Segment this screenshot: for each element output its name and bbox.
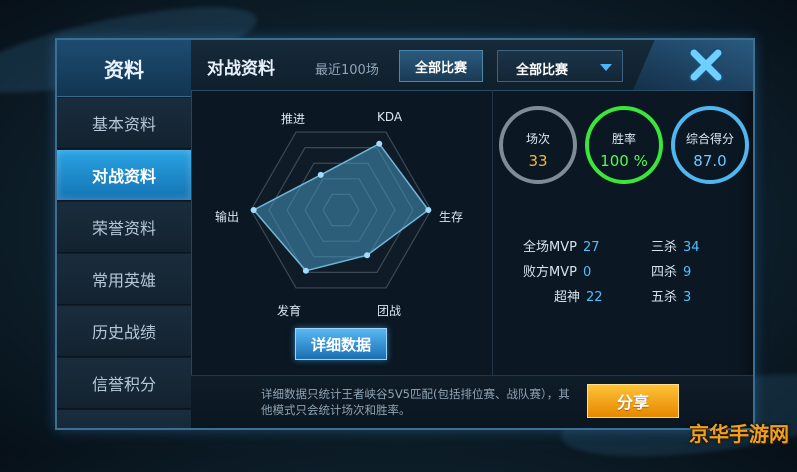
close-x-icon xyxy=(689,48,723,82)
win-rate-value: 100 % xyxy=(600,152,648,170)
overall-score-value: 87.0 xyxy=(693,152,727,170)
matches-value: 33 xyxy=(528,152,548,170)
radar-point-2 xyxy=(364,252,371,259)
radar-label-growth: 发育 xyxy=(277,304,302,318)
stat-label: 超神 xyxy=(554,290,581,305)
stat-mvp: 全场MVP 27 xyxy=(523,236,600,255)
stat-losing-mvp: 败方MVP 0 xyxy=(523,261,591,280)
radar-point-3 xyxy=(302,267,309,274)
detail-data-button[interactable]: 详细数据 xyxy=(295,328,387,360)
sidebar-item-credit-score[interactable]: 信誉积分 xyxy=(57,358,191,409)
sidebar: 资料 基本资料 对战资料 荣誉资料 常用英雄 历史战绩 信誉积分 师徒信息 xyxy=(57,40,192,428)
overall-score-label: 综合得分 xyxy=(685,132,734,146)
stat-value: 34 xyxy=(683,240,700,255)
stat-label: 四杀 xyxy=(651,265,678,280)
recent-matches-label: 最近100场 xyxy=(315,63,379,78)
stat-label: 败方MVP xyxy=(523,265,577,280)
radar-label-push: 推进 xyxy=(281,112,306,126)
sidebar-item-match-history[interactable]: 历史战绩 xyxy=(57,306,191,357)
battle-data-panel: 资料 基本资料 对战资料 荣誉资料 常用英雄 历史战绩 信誉积分 师徒信息 对战… xyxy=(55,38,755,430)
sidebar-title: 资料 xyxy=(57,40,191,97)
statistics-note: 详细数据只统计王者峡谷5V5匹配(包括排位赛、战队赛），其他模式只会统计场次和胜… xyxy=(261,387,570,417)
radar-label-survival: 生存 xyxy=(439,210,464,224)
chevron-down-icon xyxy=(600,64,612,71)
all-matches-filter-button[interactable]: 全部比赛 xyxy=(399,50,483,82)
radar-point-4 xyxy=(250,207,257,213)
stat-value: 3 xyxy=(683,290,692,305)
page-title: 对战资料 xyxy=(207,59,275,79)
footer-bar: 详细数据只统计王者峡谷5V5匹配(包括排位赛、战队赛），其他模式只会统计场次和胜… xyxy=(191,375,753,428)
dropdown-selected-value: 全部比赛 xyxy=(516,63,569,78)
stat-triple-kill: 三杀 34 xyxy=(651,236,700,255)
stat-label: 全场MVP xyxy=(523,240,577,255)
sidebar-item-mentor-info[interactable]: 师徒信息 xyxy=(57,410,191,428)
matches-ring: 场次 33 xyxy=(499,106,577,184)
radar-point-0 xyxy=(376,140,383,147)
stat-value: 0 xyxy=(582,265,592,280)
stat-value: 27 xyxy=(582,240,600,255)
radar-point-5 xyxy=(317,171,324,178)
sidebar-item-battle-data[interactable]: 对战资料 xyxy=(57,150,191,201)
win-rate-label: 胜率 xyxy=(611,132,636,146)
radar-label-kda: KDA xyxy=(377,110,403,124)
radar-point-1 xyxy=(425,207,432,213)
stat-value: 9 xyxy=(683,265,692,280)
overall-score-ring: 综合得分 87.0 xyxy=(671,106,749,184)
share-button[interactable]: 分享 xyxy=(587,384,679,418)
sidebar-item-basic-info[interactable]: 基本资料 xyxy=(57,98,191,149)
matches-label: 场次 xyxy=(525,132,550,146)
radar-label-damage: 输出 xyxy=(215,210,240,224)
site-watermark: 京华手游网 xyxy=(689,422,789,446)
radar-label-teamfight: 团战 xyxy=(377,304,402,318)
stat-penta-kill: 五杀 3 xyxy=(651,286,691,305)
stat-label: 三杀 xyxy=(651,240,678,255)
stat-label: 五杀 xyxy=(651,290,678,305)
header-bar: 对战资料 最近100场 全部比赛 全部比赛 xyxy=(191,40,753,91)
match-type-dropdown[interactable]: 全部比赛 xyxy=(497,50,623,82)
sidebar-item-honor-info[interactable]: 荣誉资料 xyxy=(57,202,191,253)
stats-area: 场次 33 胜率 100 % 综合得分 87.0 全场MVP 27 败方MVP 0 … xyxy=(493,90,753,375)
radar-chart-area: KDA 生存 团战 发育 输出 推进 详细数据 xyxy=(191,90,491,375)
close-button[interactable] xyxy=(633,40,753,90)
sidebar-item-common-heroes[interactable]: 常用英雄 xyxy=(57,254,191,305)
stat-value: 22 xyxy=(586,290,603,305)
win-rate-ring: 胜率 100 % xyxy=(585,106,663,184)
stat-legendary: 超神 22 xyxy=(554,286,603,305)
stat-quadra-kill: 四杀 9 xyxy=(651,261,691,280)
